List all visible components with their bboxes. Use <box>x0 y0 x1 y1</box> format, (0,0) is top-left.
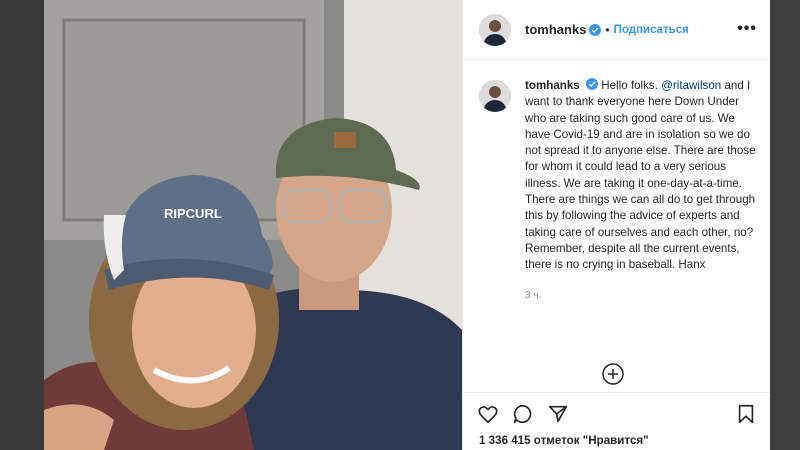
follow-button[interactable]: Подписаться <box>614 24 689 36</box>
background-strip <box>770 0 800 450</box>
caption-username[interactable]: tomhanks <box>525 79 580 92</box>
cap-logo-text: RIPCURL <box>164 206 222 221</box>
avatar[interactable] <box>479 13 511 46</box>
post-panel: tomhanks • Подписаться ••• tomhanks Hell… <box>462 0 771 450</box>
more-options-button[interactable]: ••• <box>737 20 757 38</box>
likes-count[interactable]: 1 336 415 отметок "Нравится" <box>479 434 649 447</box>
plus-circle-icon[interactable] <box>601 362 625 386</box>
heart-icon[interactable] <box>477 403 499 425</box>
caption-text-rest: and I want to thank everyone here Down U… <box>525 79 756 272</box>
post-photo[interactable]: RIPCURL <box>44 0 462 450</box>
caption-comment: tomhanks Hello folks. @ritawilson and I … <box>479 78 759 304</box>
caption-text-start: Hello folks. <box>601 79 662 92</box>
post-timestamp[interactable]: 3 ч. <box>525 288 759 304</box>
caption-body: tomhanks Hello folks. @ritawilson and I … <box>525 78 759 304</box>
caption-avatar[interactable] <box>479 80 511 112</box>
mention-link[interactable]: @ritawilson <box>661 79 721 92</box>
bookmark-icon[interactable] <box>735 403 757 425</box>
post-header: tomhanks • Подписаться ••• <box>463 0 771 60</box>
verified-badge-icon <box>586 78 598 90</box>
share-icon[interactable] <box>547 403 569 425</box>
header-separator: • <box>605 22 610 37</box>
action-bar: 1 336 415 отметок "Нравится" <box>463 392 771 450</box>
selfie-image: RIPCURL <box>44 0 462 450</box>
header-username[interactable]: tomhanks <box>525 22 586 37</box>
verified-badge-icon <box>589 23 602 36</box>
comment-icon[interactable] <box>512 403 534 425</box>
